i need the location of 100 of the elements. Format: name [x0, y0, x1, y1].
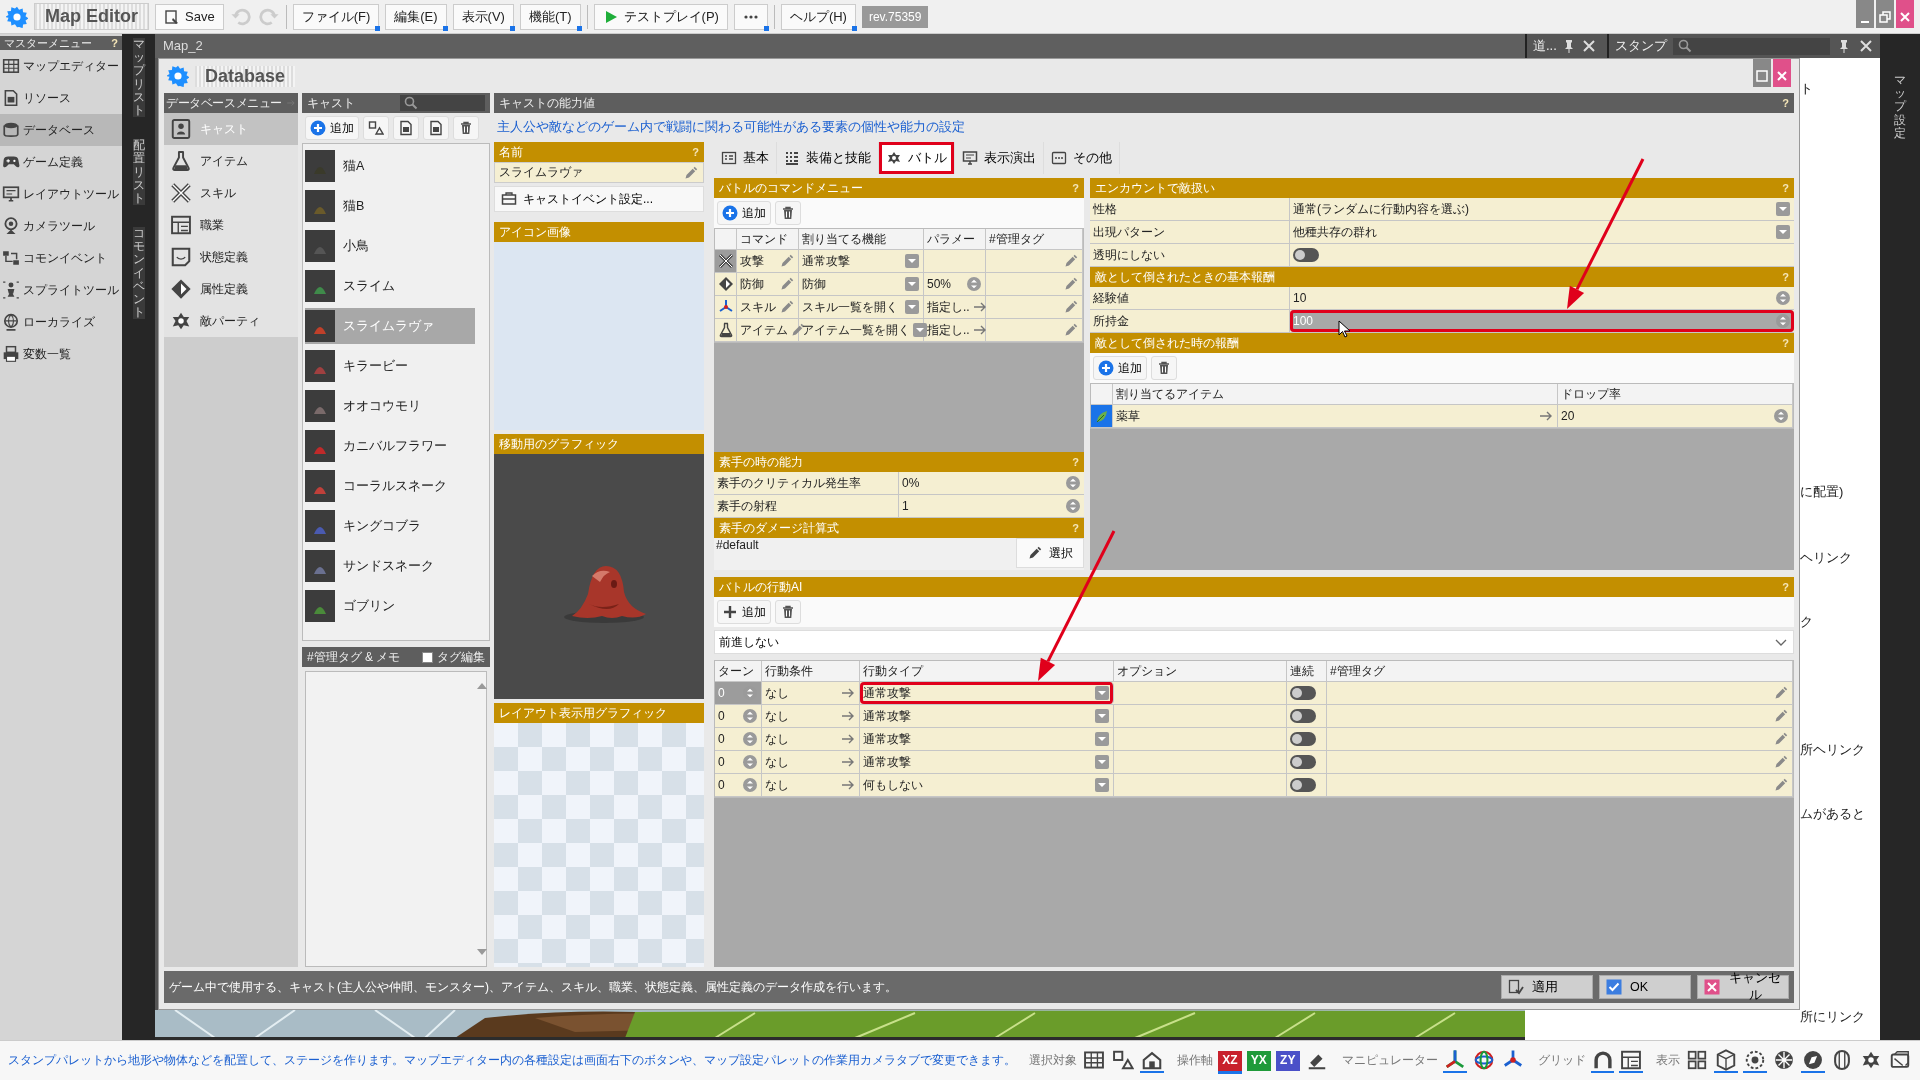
checkbox[interactable]: タグ編集 — [422, 648, 485, 666]
tab[interactable]: バトル — [879, 142, 955, 174]
menu-item[interactable]: データベース — [0, 114, 122, 146]
menu-item[interactable]: 敵パーティ — [164, 305, 298, 337]
apply-button[interactable]: 適用 — [1501, 975, 1593, 999]
close-icon[interactable] — [1858, 38, 1874, 54]
axes-icon[interactable] — [1443, 1048, 1466, 1071]
number-field[interactable]: 50% — [924, 273, 986, 295]
dropdown[interactable]: 通常攻撃 — [860, 728, 1114, 750]
menu-item[interactable]: 状態定義 — [164, 241, 298, 273]
menu-item[interactable]: 属性定義 — [164, 273, 298, 305]
dropdown[interactable]: 通常(ランダムに行動内容を選ぶ) — [1290, 198, 1794, 220]
pencil-icon[interactable] — [1063, 276, 1079, 292]
side-tab[interactable]: マップ設定 — [1894, 74, 1906, 140]
list-item[interactable]: サンドスネーク — [305, 548, 475, 584]
pencil-icon[interactable] — [1773, 685, 1789, 701]
add-button[interactable]: 追加 — [305, 116, 359, 140]
menu-item[interactable]: スプライトツール — [0, 274, 122, 306]
side-tab[interactable]: 配置リスト — [132, 139, 145, 206]
side-tab[interactable]: マップリスト — [132, 38, 145, 118]
toggle-switch[interactable] — [1290, 755, 1316, 769]
close-icon[interactable] — [1580, 38, 1597, 54]
list-item[interactable]: 猫A — [305, 148, 475, 184]
number-field[interactable]: 0 — [715, 774, 762, 796]
maximize-icon[interactable] — [1754, 68, 1770, 84]
number-field[interactable]: 0 — [715, 728, 762, 750]
dropdown[interactable]: 通常攻撃 — [860, 705, 1114, 727]
link-field[interactable]: なし — [762, 751, 860, 773]
dropdown[interactable]: 他種共存の群れ — [1290, 221, 1794, 243]
menu-item[interactable]: アイテム — [164, 145, 298, 177]
number-field[interactable]: 10 — [1290, 287, 1794, 309]
list-item[interactable]: 猫B — [305, 188, 475, 224]
menu-button[interactable]: 編集(E) — [385, 3, 447, 30]
search-field[interactable] — [1673, 37, 1830, 55]
link-field[interactable]: 指定し.. — [924, 296, 986, 318]
name-field[interactable]: スライムラヴァ — [494, 162, 704, 183]
list-item[interactable]: 小鳥 — [305, 228, 475, 264]
help-button[interactable]: ? — [111, 37, 118, 49]
help-button[interactable]: ? — [1782, 97, 1789, 109]
restore-icon[interactable] — [1877, 9, 1893, 25]
axis-button[interactable]: YX — [1246, 1050, 1271, 1071]
number-field[interactable]: 1 — [899, 495, 1084, 517]
menu-item[interactable]: リソース — [0, 82, 122, 114]
dropdown[interactable]: スキル一覧を開く — [799, 296, 924, 318]
grid-icon[interactable] — [1620, 1048, 1643, 1071]
cube-icon[interactable] — [1715, 1048, 1738, 1071]
menu-item[interactable]: レイアウトツール — [0, 178, 122, 210]
delete-icon[interactable] — [780, 604, 796, 620]
dropdown[interactable]: 通常攻撃 — [860, 682, 1114, 704]
delete-icon[interactable] — [780, 205, 796, 221]
compass-icon[interactable] — [1802, 1048, 1825, 1071]
side-tab[interactable]: コモンイベント — [132, 227, 145, 320]
list-item[interactable]: キングコブラ — [305, 508, 475, 544]
toggle-switch[interactable] — [1290, 732, 1316, 746]
toggle-switch[interactable] — [1290, 686, 1316, 700]
dropdown[interactable]: 何もしない — [860, 774, 1114, 796]
axis-button[interactable]: XZ — [1217, 1050, 1242, 1071]
dropdown[interactable]: アイテム一覧を開く — [799, 319, 924, 341]
dropdown[interactable]: 前進しない — [714, 630, 1794, 654]
menu-item[interactable]: スキル — [164, 177, 298, 209]
toggle-switch[interactable] — [1290, 709, 1316, 723]
dropdown[interactable]: 通常攻撃 — [860, 751, 1114, 773]
add-button[interactable]: 追加 — [717, 201, 771, 225]
pencil-icon[interactable] — [1773, 777, 1789, 793]
menu-button[interactable]: ヘルプ(H) — [780, 3, 856, 30]
pencil-icon[interactable] — [1773, 708, 1789, 724]
pencil-icon[interactable] — [779, 276, 795, 292]
menu-item[interactable]: コモンイベント — [0, 242, 122, 274]
number-field[interactable]: 0% — [899, 472, 1084, 494]
list-item[interactable]: カニバルフラワー — [305, 428, 475, 464]
link-field[interactable]: 指定し.. — [924, 319, 986, 341]
save-button[interactable]: Save — [155, 3, 224, 30]
pencil-icon[interactable] — [683, 164, 699, 181]
menu-item[interactable]: 変数一覧 — [0, 338, 122, 370]
menu-item[interactable]: ゲーム定義 — [0, 146, 122, 178]
panel-tab[interactable]: スタンプ — [1607, 34, 1880, 58]
number-field[interactable]: 0 — [715, 705, 762, 727]
number-field[interactable]: 20 — [1558, 405, 1793, 427]
menu-button[interactable]: ファイル(F) — [292, 3, 380, 30]
memo-field[interactable] — [305, 671, 487, 967]
list-item[interactable]: オオコウモリ — [305, 388, 475, 424]
list-item[interactable]: スライム — [305, 268, 475, 304]
pencil-icon[interactable] — [1063, 299, 1079, 315]
dropdown[interactable]: 防御 — [799, 273, 924, 295]
search-field[interactable] — [400, 95, 485, 111]
menu-item[interactable]: 職業 — [164, 209, 298, 241]
add-button[interactable]: 追加 — [1093, 356, 1147, 380]
wheel-icon[interactable] — [1773, 1048, 1796, 1071]
link-field[interactable]: 薬草 — [1113, 405, 1558, 427]
menu-button[interactable]: 機能(T) — [519, 3, 581, 30]
list-item[interactable]: コーラルスネーク — [305, 468, 475, 504]
delete-icon[interactable] — [458, 120, 474, 136]
test-play-button[interactable]: テストプレイ(P) — [593, 3, 728, 30]
list-item[interactable]: キラービー — [305, 348, 475, 384]
spiral-icon[interactable] — [1744, 1048, 1767, 1071]
layers-icon[interactable] — [1889, 1048, 1912, 1071]
panel-tab[interactable]: 道... — [1525, 34, 1607, 58]
rotate-icon[interactable] — [1472, 1048, 1495, 1071]
pencil-icon[interactable] — [779, 253, 795, 269]
menu-item[interactable]: マップエディター — [0, 50, 122, 82]
